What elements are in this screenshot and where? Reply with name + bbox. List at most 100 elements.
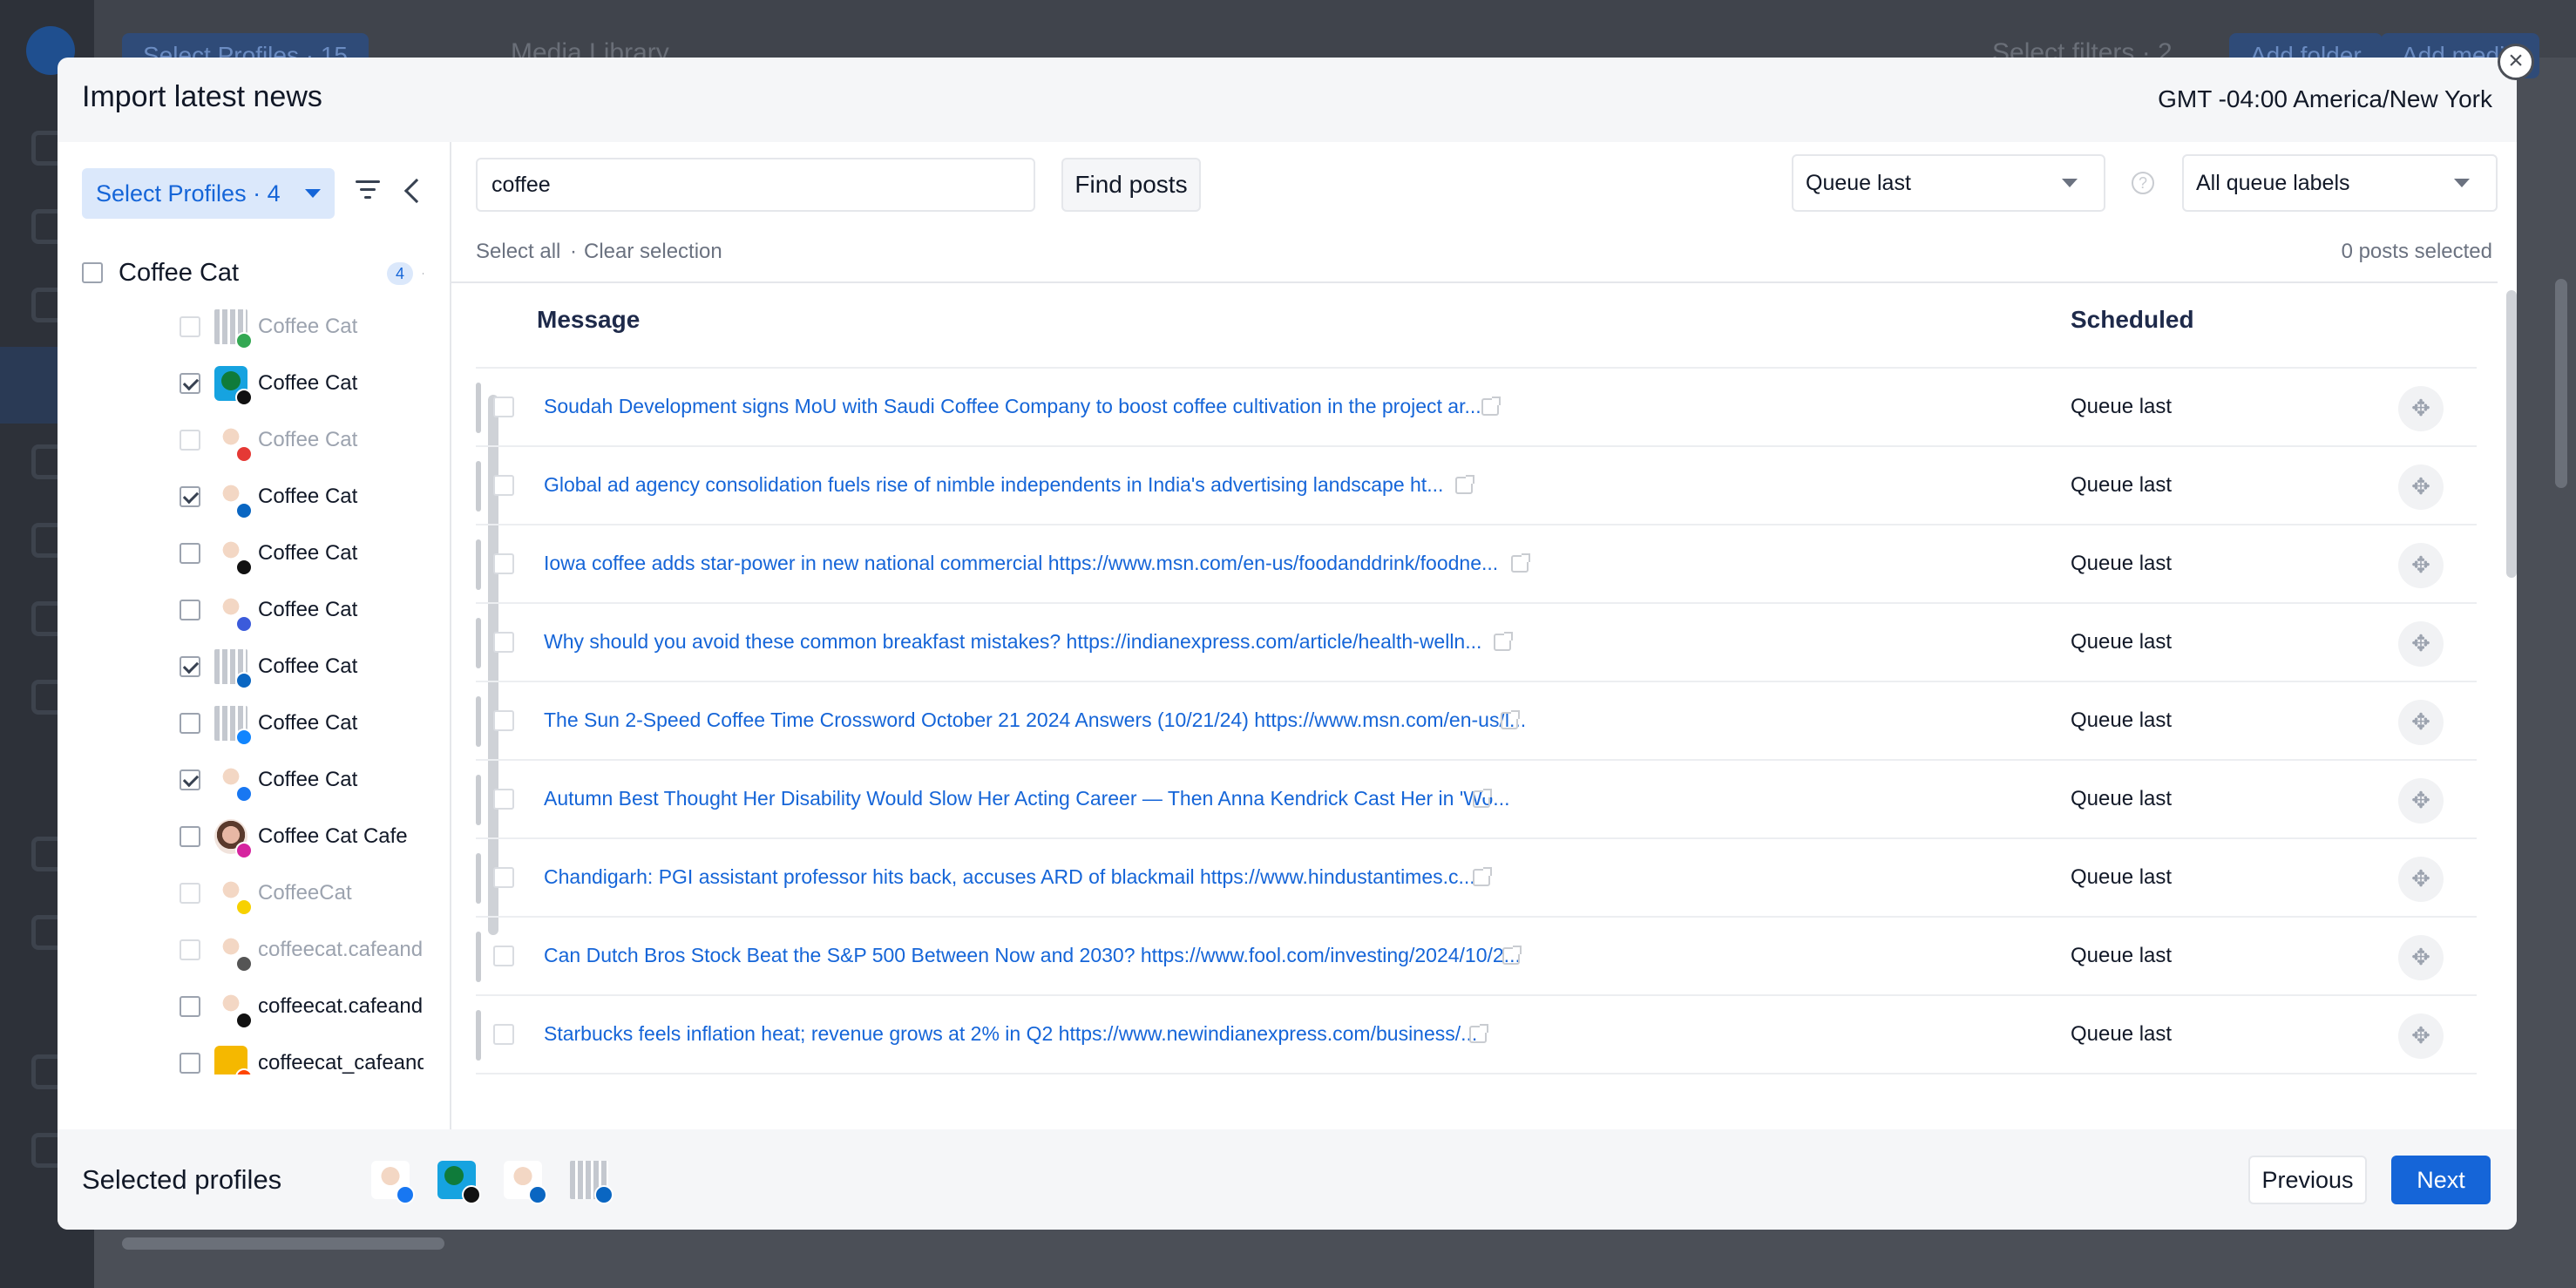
profile-checkbox[interactable] <box>180 600 200 620</box>
profile-item: CoffeeCat <box>58 865 424 921</box>
post-message-link[interactable]: The Sun 2-Speed Coffee Time Crossword Oc… <box>544 708 1526 732</box>
move-icon[interactable]: ✥ <box>2398 621 2444 667</box>
profile-name: Coffee Cat <box>258 541 358 565</box>
queue-label-bar <box>476 696 481 747</box>
profile-item[interactable]: Coffee Cat <box>58 639 424 695</box>
post-message-link[interactable]: Starbucks feels inflation heat; revenue … <box>544 1022 1477 1046</box>
previous-button[interactable]: Previous <box>2248 1156 2367 1204</box>
profile-item[interactable]: Coffee Cat <box>58 469 424 525</box>
selected-profile-chip <box>371 1161 415 1204</box>
profile-item[interactable]: Coffee Cat <box>58 356 424 411</box>
select-all-link[interactable]: Select all <box>476 240 560 264</box>
move-icon[interactable]: ✥ <box>2398 857 2444 902</box>
external-link-icon[interactable] <box>1481 397 1501 416</box>
find-posts-button[interactable]: Find posts <box>1061 158 1201 212</box>
profile-item: Coffee Cat <box>58 412 424 468</box>
import-news-modal: Import latest news GMT -04:00 America/Ne… <box>58 58 2517 1230</box>
external-link-icon[interactable] <box>1511 553 1530 573</box>
profile-item[interactable]: Coffee Cat <box>58 582 424 638</box>
profile-item[interactable]: Coffee Cat Cafe <box>58 809 424 864</box>
external-link-icon[interactable] <box>1502 946 1522 965</box>
profile-item[interactable]: Coffee Cat <box>58 752 424 808</box>
profile-name: Coffee Cat <box>258 485 358 508</box>
profile-checkbox[interactable] <box>180 486 200 507</box>
row-checkbox[interactable] <box>493 946 514 966</box>
post-message-link[interactable]: Iowa coffee adds star-power in new natio… <box>544 552 1498 575</box>
row-checkbox[interactable] <box>493 397 514 417</box>
post-message-link[interactable]: Why should you avoid these common breakf… <box>544 630 1481 654</box>
filter-icon[interactable] <box>356 180 380 201</box>
post-message-link[interactable]: Can Dutch Bros Stock Beat the S&P 500 Be… <box>544 944 1521 967</box>
post-message-link[interactable]: Chandigarh: PGI assistant professor hits… <box>544 865 1475 889</box>
profile-item[interactable]: coffeecat_cafeandbar <box>58 1035 424 1074</box>
table-row: Can Dutch Bros Stock Beat the S&P 500 Be… <box>476 916 2477 994</box>
row-checkbox[interactable] <box>493 789 514 810</box>
external-link-icon[interactable] <box>1455 475 1474 494</box>
profile-item[interactable]: Coffee Cat <box>58 695 424 751</box>
row-checkbox[interactable] <box>493 475 514 496</box>
queue-position-value: Queue last <box>1806 171 1911 195</box>
external-link-icon[interactable] <box>1469 1024 1488 1043</box>
tiktok-icon <box>235 955 253 973</box>
move-icon[interactable]: ✥ <box>2398 935 2444 980</box>
external-link-icon[interactable] <box>1473 867 1492 886</box>
profile-name: coffeecat_cafeandbar <box>258 1051 424 1074</box>
chevron-up-icon[interactable] <box>423 265 424 282</box>
profile-checkbox[interactable] <box>180 373 200 394</box>
external-link-icon[interactable] <box>1494 632 1513 651</box>
profile-checkbox[interactable] <box>180 996 200 1017</box>
table-row: Starbucks feels inflation heat; revenue … <box>476 994 2477 1073</box>
row-checkbox[interactable] <box>493 1024 514 1045</box>
table-row-partial <box>476 1073 2477 1099</box>
profile-checkbox[interactable] <box>180 656 200 677</box>
help-icon[interactable]: ? <box>2132 172 2154 194</box>
move-icon[interactable]: ✥ <box>2398 543 2444 588</box>
row-checkbox[interactable] <box>493 553 514 574</box>
scheduled-value: Queue last <box>2071 630 2173 654</box>
close-modal-button[interactable]: × <box>2498 44 2534 80</box>
move-icon[interactable]: ✥ <box>2398 700 2444 745</box>
profile-item[interactable]: Coffee Cat <box>58 525 424 581</box>
profile-item[interactable]: coffeecat.cafeandbar <box>58 979 424 1034</box>
move-icon[interactable]: ✥ <box>2398 464 2444 510</box>
post-message-link[interactable]: Autumn Best Thought Her Disability Would… <box>544 787 1509 810</box>
posts-selected-count: 0 posts selected <box>2341 240 2492 263</box>
group-count-badge: 4 <box>387 262 413 285</box>
collapse-panel-icon[interactable] <box>403 178 430 204</box>
external-link-icon[interactable] <box>1501 710 1520 729</box>
move-icon[interactable]: ✥ <box>2398 386 2444 431</box>
instagram-icon <box>235 842 253 859</box>
next-button[interactable]: Next <box>2391 1156 2491 1204</box>
group-checkbox[interactable] <box>82 262 103 283</box>
clear-selection-link[interactable]: Clear selection <box>584 240 722 264</box>
queue-label-bar <box>476 539 481 590</box>
profile-group-coffee-cat[interactable]: Coffee Cat 4 <box>82 247 424 299</box>
selected-profile-chip <box>504 1161 547 1204</box>
profile-checkbox[interactable] <box>180 713 200 734</box>
row-checkbox[interactable] <box>493 867 514 888</box>
profile-name: Coffee Cat <box>258 598 358 621</box>
profile-checkbox[interactable] <box>180 1053 200 1074</box>
queue-position-select[interactable]: Queue last <box>1792 154 2105 212</box>
profile-avatar <box>214 479 253 519</box>
posts-table-scrollbar[interactable] <box>2506 290 2517 578</box>
post-message-link[interactable]: Soudah Development signs MoU with Saudi … <box>544 395 1481 418</box>
queue-labels-select[interactable]: All queue labels <box>2182 154 2498 212</box>
profile-checkbox[interactable] <box>180 769 200 790</box>
row-checkbox[interactable] <box>493 632 514 653</box>
search-input[interactable]: coffee <box>476 158 1035 212</box>
scheduled-value: Queue last <box>2071 1022 2173 1046</box>
profile-name: coffeecat.cafeandbar <box>258 938 424 961</box>
profile-checkbox[interactable] <box>180 543 200 564</box>
move-icon[interactable]: ✥ <box>2398 778 2444 824</box>
posts-panel: coffee Find posts Queue last ? All queue… <box>450 142 2517 1129</box>
select-profiles-dropdown[interactable]: Select Profiles · 4 <box>82 168 335 219</box>
profile-checkbox[interactable] <box>180 826 200 847</box>
external-link-icon[interactable] <box>1473 789 1492 808</box>
row-checkbox[interactable] <box>493 710 514 731</box>
snapchat-icon <box>235 898 253 916</box>
profile-item: coffeecat.cafeandbar <box>58 922 424 978</box>
post-message-link[interactable]: Global ad agency consolidation fuels ris… <box>544 473 1443 497</box>
move-icon[interactable]: ✥ <box>2398 1013 2444 1059</box>
profile-avatar <box>214 423 253 463</box>
